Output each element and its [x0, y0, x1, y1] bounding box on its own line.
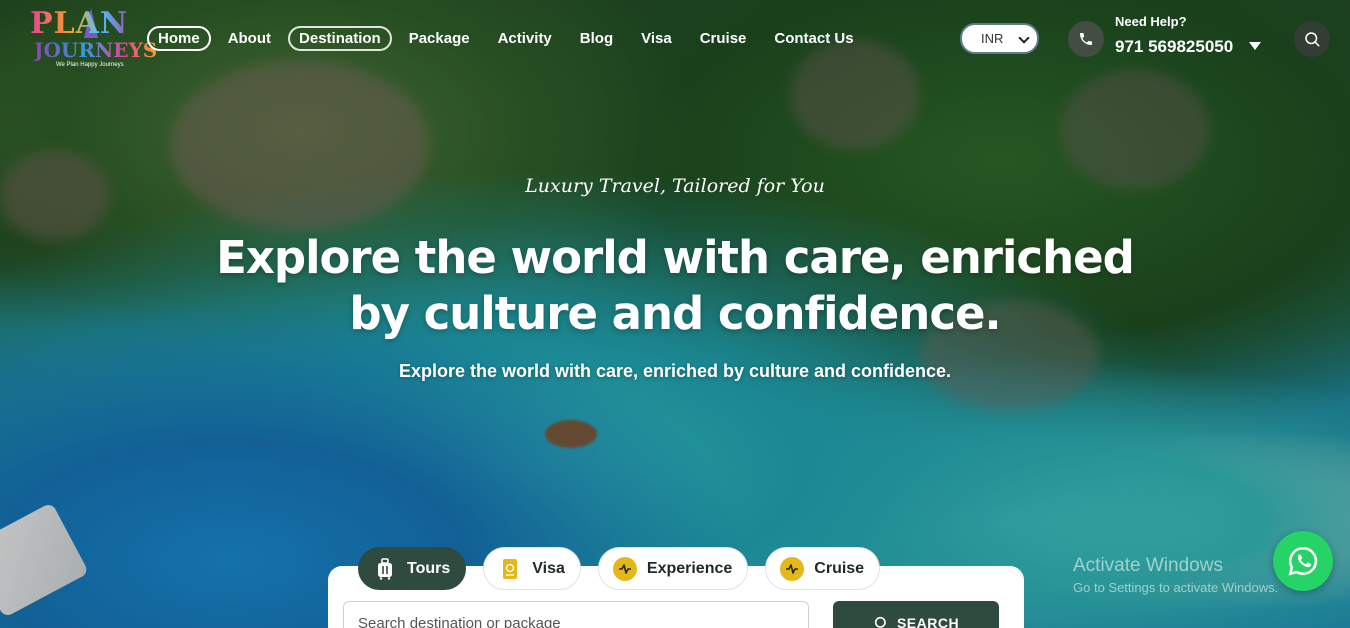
nav-item-contact-us[interactable]: Contact Us: [763, 26, 864, 51]
nav-item-package[interactable]: Package: [398, 26, 481, 51]
hero-tagline: Luxury Travel, Tailored for You: [525, 175, 825, 197]
whatsapp-icon: [1288, 546, 1318, 576]
nav-item-home[interactable]: Home: [147, 26, 211, 51]
tab-tours[interactable]: Tours: [358, 547, 467, 590]
experience-icon: [612, 556, 637, 581]
whatsapp-button[interactable]: [1273, 531, 1333, 591]
nav-item-cruise[interactable]: Cruise: [689, 26, 758, 51]
hero-headline-line-1: Explore the world with care, enriched: [216, 231, 1135, 284]
search-field[interactable]: [343, 601, 809, 628]
hero-headline: Explore the world with care, enriched by…: [175, 230, 1175, 342]
activate-windows-title: Activate Windows: [1073, 555, 1223, 576]
nav-item-destination[interactable]: Destination: [288, 26, 392, 51]
currency-value: INR: [981, 31, 1004, 46]
activate-windows-watermark: Activate Windows Go to Settings to activ…: [1073, 555, 1278, 595]
tab-experience-label: Experience: [646, 559, 733, 577]
site-header: PLAN JOURNEYS We Plan Happy Journeys Hom…: [0, 0, 1350, 80]
hero-headline-line-2: by culture and confidence.: [349, 287, 1001, 340]
logo-text-plan: PLAN: [30, 6, 129, 41]
tab-visa-label: Visa: [532, 559, 565, 577]
search-button-label: SEARCH: [896, 615, 960, 628]
logo-text-journeys: JOURNEYS: [34, 38, 158, 62]
nav-item-about[interactable]: About: [217, 26, 282, 51]
activate-windows-subtitle: Go to Settings to activate Windows.: [1073, 580, 1279, 595]
brand-logo[interactable]: PLAN JOURNEYS We Plan Happy Journeys: [28, 6, 157, 72]
tab-experience[interactable]: Experience: [597, 547, 749, 590]
nav-item-activity[interactable]: Activity: [487, 26, 563, 51]
chevron-down-icon: [1018, 32, 1030, 44]
cruise-icon: [780, 556, 805, 581]
tab-visa[interactable]: Visa: [483, 547, 581, 590]
nav-item-visa[interactable]: Visa: [630, 26, 683, 51]
search-input[interactable]: [344, 602, 808, 628]
hero-subline: Explore the world with care, enriched by…: [398, 361, 952, 381]
phone-icon[interactable]: [1068, 21, 1104, 57]
search-icon[interactable]: [1294, 21, 1330, 57]
need-help-label: Need Help?: [1115, 14, 1187, 29]
passport-icon: [498, 557, 522, 581]
search-button-icon: [874, 616, 886, 628]
phone-number[interactable]: 971 569825050: [1115, 37, 1233, 57]
main-nav: Home About Destination Package Activity …: [147, 26, 871, 51]
tab-cruise[interactable]: Cruise: [765, 547, 881, 590]
nav-item-blog[interactable]: Blog: [569, 26, 624, 51]
tab-cruise-label: Cruise: [814, 559, 865, 577]
currency-select[interactable]: INR: [960, 23, 1039, 54]
search-tabs: Tours Visa Experience Cruise: [358, 547, 897, 590]
caret-down-icon[interactable]: [1249, 42, 1261, 50]
logo-tagline: We Plan Happy Journeys: [56, 62, 124, 68]
luggage-icon: [373, 557, 397, 581]
tab-tours-label: Tours: [407, 559, 451, 577]
search-button[interactable]: SEARCH: [833, 601, 999, 628]
